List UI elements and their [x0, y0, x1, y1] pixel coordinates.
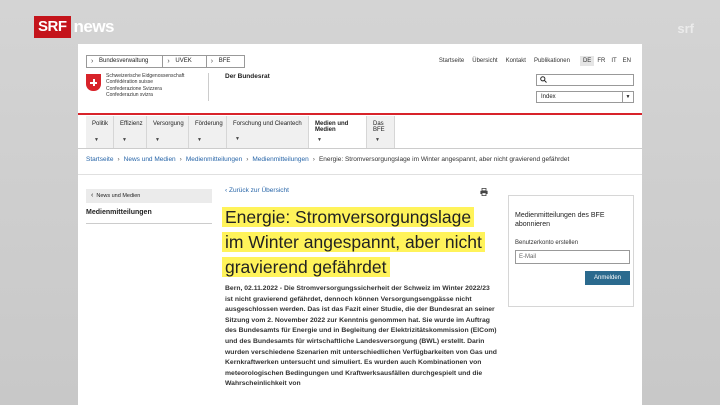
- subscribe-panel: Medienmitteilungen des BFE abonnieren Be…: [508, 195, 634, 307]
- page-title-text: Energie: Stromversorgungslage im Winter …: [222, 207, 485, 277]
- chevron-left-icon: ‹: [91, 192, 94, 199]
- top-breadcrumb: Bundesverwaltung UVEK BFE: [86, 55, 246, 68]
- nav-label: Effizienz: [120, 121, 143, 127]
- lang-it[interactable]: IT: [608, 56, 619, 66]
- confed-line-rm: Confederaziun svizra: [106, 91, 153, 98]
- chevron-down-icon: ▼: [155, 137, 160, 143]
- nav-label: Versorgung: [153, 121, 184, 127]
- top-links: Startseite Übersicht Kontakt Publikation…: [431, 58, 570, 64]
- index-select[interactable]: Index ▼: [536, 91, 634, 103]
- subscribe-button[interactable]: Anmelden: [585, 271, 630, 285]
- nav-label: Politik: [92, 121, 109, 127]
- breadcrumb-separator: ›: [312, 156, 315, 163]
- lang-en[interactable]: EN: [620, 56, 634, 66]
- link-uebersicht[interactable]: Übersicht: [472, 58, 497, 64]
- top-crumb-bundesverwaltung[interactable]: Bundesverwaltung: [86, 55, 164, 68]
- email-field[interactable]: E-Mail: [515, 250, 630, 264]
- print-icon[interactable]: [480, 188, 488, 198]
- nav-item-effizienz[interactable]: Effizienz ▼: [114, 116, 147, 148]
- article-body: Bern, 02.11.2022 - Die Stromversorgungss…: [225, 285, 497, 388]
- channel-name: news: [73, 17, 115, 36]
- top-crumb-bfe[interactable]: BFE: [205, 55, 246, 68]
- nav-item-versorgung[interactable]: Versorgung ▼: [147, 116, 189, 148]
- chevron-down-icon: ▼: [235, 136, 240, 142]
- nav-label: Medien und Medien: [315, 121, 349, 133]
- breadcrumb-separator: ›: [179, 156, 182, 163]
- back-to-overview-link[interactable]: ‹ Zurück zur Übersicht: [225, 187, 289, 194]
- link-startseite[interactable]: Startseite: [439, 58, 464, 64]
- chevron-down-icon: ▼: [622, 92, 633, 102]
- nav-label: Forschung und Cleantech: [233, 121, 302, 127]
- header-accent-line: [78, 113, 642, 115]
- sidebar-back-label: News und Medien: [96, 193, 141, 199]
- nav-label: Das BFE: [373, 121, 385, 133]
- index-select-value: Index: [541, 94, 556, 100]
- lang-de[interactable]: DE: [579, 56, 595, 66]
- srf-watermark: srf: [677, 21, 694, 36]
- breadcrumb: Startseite › News und Medien › Medienmitte…: [86, 156, 569, 163]
- webpage: Bundesverwaltung UVEK BFE Startseite Übe…: [78, 44, 642, 405]
- swiss-crest-icon[interactable]: [86, 74, 101, 91]
- nav-item-foerderung[interactable]: Förderung ▼: [189, 116, 227, 148]
- breadcrumb-medienmitteilungen-2[interactable]: Medienmitteilungen: [252, 156, 308, 163]
- back-link-label: Zurück zur Übersicht: [228, 187, 289, 194]
- top-bar-right: Startseite Übersicht Kontakt Publikation…: [431, 56, 634, 66]
- breadcrumb-medienmitteilungen[interactable]: Medienmitteilungen: [186, 156, 242, 163]
- chevron-down-icon: ▼: [317, 137, 322, 143]
- breadcrumb-separator: ›: [246, 156, 249, 163]
- language-switcher: DE FR IT EN: [579, 56, 634, 66]
- nav-label: Förderung: [195, 121, 223, 127]
- nav-item-politik[interactable]: Politik ▼: [86, 116, 114, 148]
- link-kontakt[interactable]: Kontakt: [506, 58, 526, 64]
- nav-item-medien[interactable]: Medien und Medien ▼: [309, 116, 367, 148]
- lang-fr[interactable]: FR: [594, 56, 608, 66]
- sidebar-divider: [86, 223, 212, 224]
- chevron-down-icon: ▼: [197, 137, 202, 143]
- search-icon: [540, 76, 547, 85]
- breadcrumb-startseite[interactable]: Startseite: [86, 156, 113, 163]
- chevron-down-icon: ▼: [122, 137, 127, 143]
- confederation-text: Schweizerische Eidgenossenschaft Confédé…: [106, 73, 184, 98]
- page-title: Energie: Stromversorgungslage im Winter …: [222, 205, 492, 280]
- sidebar-item-medienmitteilungen[interactable]: Medienmitteilungen: [86, 209, 212, 216]
- chevron-down-icon: ▼: [375, 137, 380, 143]
- link-publikationen[interactable]: Publikationen: [534, 58, 570, 64]
- nav-divider: [78, 148, 642, 149]
- main-navigation: Politik ▼ Effizienz ▼ Versorgung ▼ Förderun…: [86, 116, 395, 148]
- nav-item-das-bfe[interactable]: Das BFE ▼: [367, 116, 395, 148]
- chevron-down-icon: ▼: [94, 137, 99, 143]
- sidebar-back-link[interactable]: ‹ News und Medien: [86, 189, 212, 203]
- srf-news-logo: SRF news: [34, 16, 115, 38]
- breadcrumb-current: Energie: Stromversorgungslage im Winter …: [318, 156, 570, 163]
- subscribe-title: Medienmitteilungen des BFE abonnieren: [515, 212, 605, 228]
- department-title: Der Bundesrat: [225, 73, 270, 80]
- top-crumb-uvek[interactable]: UVEK: [162, 55, 207, 68]
- srf-brand: SRF: [34, 16, 71, 38]
- subscribe-label: Benutzerkonto erstellen: [515, 240, 579, 246]
- search-input[interactable]: [536, 74, 634, 86]
- breadcrumb-news-und-medien[interactable]: News und Medien: [124, 156, 176, 163]
- nav-item-forschung[interactable]: Forschung und Cleantech ▼: [227, 116, 309, 148]
- breadcrumb-separator: ›: [117, 156, 120, 163]
- breadcrumb-divider: [78, 174, 642, 175]
- header-divider: [208, 73, 209, 101]
